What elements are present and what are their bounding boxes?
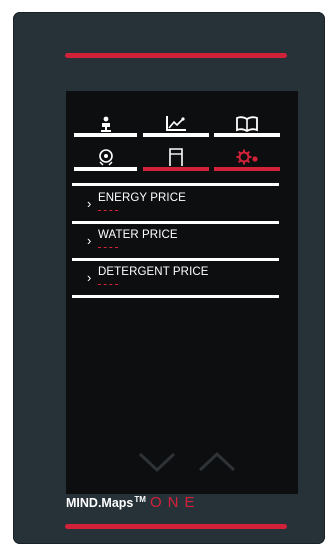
book-icon: [236, 116, 258, 132]
menu-item-label: DETERGENT PRICE: [98, 266, 209, 278]
divider: [72, 221, 279, 224]
scroll-down-button[interactable]: [138, 451, 176, 478]
tab-indicator: [143, 133, 209, 137]
tab-settings[interactable]: [214, 142, 280, 171]
brand-name: MIND.Maps: [66, 496, 134, 510]
menu-item-water-price[interactable]: › WATER PRICE: [72, 225, 279, 258]
accent-stripe-bottom: [65, 524, 287, 529]
tab-manual[interactable]: [214, 111, 280, 137]
menu-item-energy-price[interactable]: › ENERGY PRICE: [72, 188, 279, 221]
menu-item-label: ENERGY PRICE: [98, 192, 186, 204]
cycle-icon: [97, 148, 115, 166]
chevron-down-icon: [138, 452, 176, 477]
tab-indicator-active: [214, 167, 280, 171]
gear-icon: [235, 148, 259, 166]
item-underline: [98, 210, 118, 211]
tab-statistics[interactable]: [143, 111, 209, 137]
tab-operator[interactable]: [74, 111, 137, 137]
tab-indicator: [74, 133, 137, 137]
tab-machine[interactable]: [143, 142, 209, 171]
brand-logo: MIND.Maps TM ONE: [66, 494, 200, 511]
chevron-right-icon: ›: [87, 270, 92, 285]
tab-cycle[interactable]: [74, 142, 137, 171]
item-underline: [98, 284, 118, 285]
chevron-right-icon: ›: [87, 233, 92, 248]
scroll-up-button[interactable]: [198, 451, 236, 478]
item-underline: [98, 247, 118, 248]
product-name: ONE: [149, 494, 201, 511]
divider: [72, 183, 279, 186]
line-chart-icon: [165, 115, 187, 133]
chevron-up-icon: [198, 451, 236, 477]
divider: [72, 295, 279, 298]
trademark: TM: [134, 495, 146, 504]
divider: [72, 258, 279, 261]
user-icon: [99, 116, 113, 133]
machine-icon: [168, 147, 184, 167]
tab-indicator: [74, 167, 137, 171]
accent-stripe-top: [65, 53, 287, 58]
chevron-right-icon: ›: [87, 196, 92, 211]
menu-item-label: WATER PRICE: [98, 229, 178, 241]
display-screen: › ENERGY PRICE › WATER PRICE › DETERGENT…: [66, 91, 298, 494]
tab-indicator-active: [143, 167, 209, 171]
device-panel: › ENERGY PRICE › WATER PRICE › DETERGENT…: [13, 12, 325, 544]
menu-item-detergent-price[interactable]: › DETERGENT PRICE: [72, 262, 279, 295]
tab-indicator: [214, 133, 280, 137]
